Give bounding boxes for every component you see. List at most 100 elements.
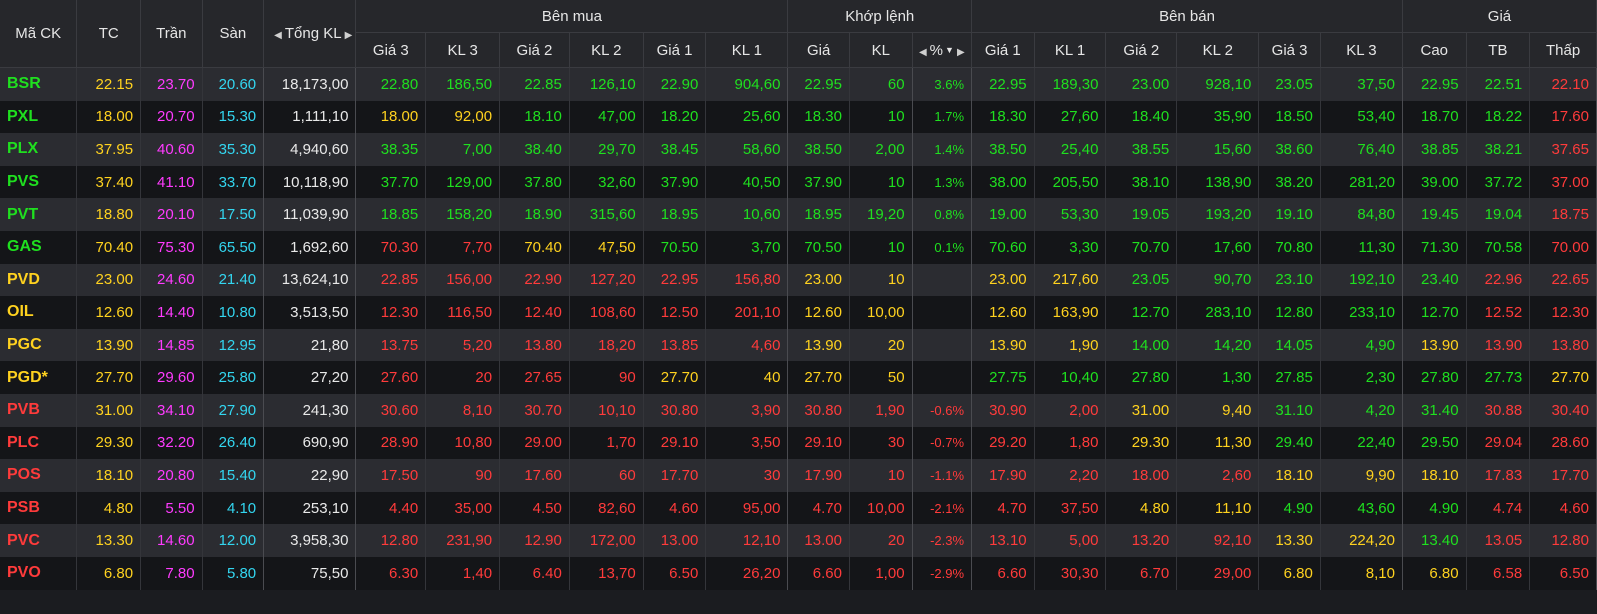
total-volume-cell: 1,692,60	[263, 230, 357, 264]
ask-price-3-cell: 18.50	[1258, 100, 1321, 134]
table-row[interactable]: PGC 13.90 14.85 12.95 21,80 13.75 5,20 13.80 18,…	[0, 328, 1597, 362]
arrow-right-icon[interactable]: ▶	[342, 30, 355, 41]
floor-cell: 33.70	[202, 165, 265, 199]
table-row[interactable]: PVB 31.00 34.10 27.90 241,30 30.60 8,10 30.70 10…	[0, 393, 1597, 427]
total-volume-cell: 10,118,90	[263, 165, 357, 199]
ask-price-3-cell: 14.05	[1258, 328, 1321, 362]
symbol-cell[interactable]: PGC	[0, 328, 78, 362]
header-ask-price-3[interactable]: Giá 3	[1258, 32, 1321, 68]
header-bid-price-3[interactable]: Giá 3	[355, 32, 427, 68]
bid-price-2-cell: 18.90	[499, 198, 570, 231]
table-row[interactable]: PVC 13.30 14.60 12.00 3,958,30 12.80 231,90 12.…	[0, 524, 1597, 557]
table-row[interactable]: PSB 4.80 5.50 4.10 253,10 4.40 35,00 4.50 82,60 4…	[0, 491, 1597, 525]
table-row[interactable]: PVO 6.80 7.80 5.80 75,50 6.30 1,40 6.40 13,70 6.5…	[0, 556, 1597, 590]
symbol-cell[interactable]: BSR	[0, 67, 78, 101]
table-row[interactable]: PVD 23.00 24.60 21.40 13,624,10 22.85 156,00 22…	[0, 263, 1597, 297]
match-percent-cell: 1.4%	[912, 133, 973, 166]
symbol-cell[interactable]: PVO	[0, 556, 78, 590]
symbol-cell[interactable]: PGD*	[0, 361, 78, 394]
table-row[interactable]: PVT 18.80 20.10 17.50 11,039,90 18.85 158,20 18…	[0, 198, 1597, 231]
arrow-left-icon[interactable]: ◀	[916, 47, 930, 58]
symbol-cell[interactable]: PSB	[0, 491, 78, 525]
symbol-cell[interactable]: PXL	[0, 100, 78, 134]
bid-price-2-cell: 70.40	[499, 230, 570, 264]
bid-vol-3-cell: 35,00	[425, 491, 501, 525]
bid-vol-1-cell: 26,20	[705, 556, 789, 590]
symbol-cell[interactable]: PVD	[0, 263, 78, 297]
symbol-cell[interactable]: PVC	[0, 524, 78, 557]
table-row[interactable]: PLX 37.95 40.60 35.30 4,940,60 38.35 7,00 38.40…	[0, 133, 1597, 166]
sort-down-icon[interactable]: ▼	[945, 46, 954, 55]
symbol-cell[interactable]: PVS	[0, 165, 78, 199]
ask-vol-1-cell: 1,80	[1034, 426, 1107, 460]
table-row[interactable]: PLC 29.30 32.20 26.40 690,90 28.90 10,80 29.00 1…	[0, 426, 1597, 460]
table-row[interactable]: BSR 22.15 23.70 20.60 18,173,00 22.80 186,50 22…	[0, 67, 1597, 101]
bid-vol-2-cell: 29,70	[569, 133, 644, 166]
table-row[interactable]: POS 18.10 20.80 15.40 22,90 17.50 90 17.60 60 17.…	[0, 459, 1597, 492]
header-ceiling[interactable]: Trần	[140, 0, 203, 68]
header-match-percent[interactable]: ◀% ▼ ▶	[912, 32, 973, 68]
header-match-volume[interactable]: KL	[849, 32, 913, 68]
header-total-volume[interactable]: ◀ Tổng KL ▶	[263, 0, 357, 68]
ask-vol-3-cell: 281,20	[1320, 165, 1403, 199]
header-bid-vol-1[interactable]: KL 1	[705, 32, 789, 68]
low-cell: 37.00	[1529, 165, 1597, 199]
table-row[interactable]: OIL 12.60 14.40 10.80 3,513,50 12.30 116,50 12.…	[0, 296, 1597, 329]
header-symbol[interactable]: Mã CK	[0, 0, 78, 68]
average-cell: 18.22	[1466, 100, 1531, 134]
ask-price-1-cell: 4.70	[971, 491, 1035, 525]
bid-price-2-cell: 6.40	[499, 556, 570, 590]
symbol-cell[interactable]: PVT	[0, 198, 78, 231]
ref-price-cell: 6.80	[76, 556, 142, 590]
ask-vol-3-cell: 192,10	[1320, 263, 1403, 297]
bid-vol-3-cell: 231,90	[425, 524, 501, 557]
bid-vol-2-cell: 47,50	[569, 230, 644, 264]
table-row[interactable]: PXL 18.00 20.70 15.30 1,111,10 18.00 92,00 18.1…	[0, 100, 1597, 134]
header-ref-price[interactable]: TC	[76, 0, 142, 68]
header-high[interactable]: Cao	[1402, 32, 1467, 68]
ask-price-2-cell: 12.70	[1105, 296, 1178, 329]
header-ask-vol-1[interactable]: KL 1	[1034, 32, 1107, 68]
bid-vol-1-cell: 30	[705, 459, 789, 492]
ask-vol-2-cell: 1,30	[1176, 361, 1260, 394]
symbol-cell[interactable]: OIL	[0, 296, 78, 329]
bid-price-3-cell: 27.60	[355, 361, 427, 394]
ask-vol-2-cell: 15,60	[1176, 133, 1260, 166]
average-cell: 12.52	[1466, 296, 1531, 329]
header-ask-vol-3[interactable]: KL 3	[1320, 32, 1403, 68]
table-row[interactable]: PVS 37.40 41.10 33.70 10,118,90 37.70 129,00 37…	[0, 165, 1597, 199]
header-match-price[interactable]: Giá	[787, 32, 850, 68]
table-row[interactable]: GAS 70.40 75.30 65.50 1,692,60 70.30 7,70 70.40…	[0, 230, 1597, 264]
ceiling-cell: 20.80	[140, 459, 203, 492]
symbol-cell[interactable]: POS	[0, 459, 78, 492]
header-bid-vol-2[interactable]: KL 2	[569, 32, 644, 68]
arrow-left-icon[interactable]: ◀	[271, 30, 285, 41]
ask-vol-3-cell: 9,90	[1320, 459, 1403, 492]
header-ask-vol-2[interactable]: KL 2	[1176, 32, 1260, 68]
header-ask-price-1[interactable]: Giá 1	[971, 32, 1035, 68]
header-bid-price-2[interactable]: Giá 2	[499, 32, 570, 68]
header-bid-price-1[interactable]: Giá 1	[643, 32, 707, 68]
total-volume-cell: 13,624,10	[263, 263, 357, 297]
low-cell: 27.70	[1529, 361, 1597, 394]
symbol-cell[interactable]: PLC	[0, 426, 78, 460]
bid-price-3-cell: 12.30	[355, 296, 427, 329]
symbol-cell[interactable]: PVB	[0, 393, 78, 427]
ceiling-cell: 41.10	[140, 165, 203, 199]
ask-price-2-cell: 23.00	[1105, 67, 1178, 101]
symbol-cell[interactable]: GAS	[0, 230, 78, 264]
header-average[interactable]: TB	[1466, 32, 1531, 68]
arrow-right-icon[interactable]: ▶	[954, 47, 968, 58]
bid-vol-2-cell: 82,60	[569, 491, 644, 525]
header-floor[interactable]: Sàn	[202, 0, 265, 68]
header-bid-vol-3[interactable]: KL 3	[425, 32, 501, 68]
table-row[interactable]: PGD* 27.70 29.60 25.80 27,20 27.60 20 27.65 90 27…	[0, 361, 1597, 394]
header-ask-price-2[interactable]: Giá 2	[1105, 32, 1178, 68]
header-percent-label: %	[929, 41, 944, 59]
bid-price-2-cell: 29.00	[499, 426, 570, 460]
floor-cell: 17.50	[202, 198, 265, 231]
bid-vol-3-cell: 90	[425, 459, 501, 492]
ask-price-1-cell: 70.60	[971, 230, 1035, 264]
header-low[interactable]: Thấp	[1529, 32, 1597, 68]
symbol-cell[interactable]: PLX	[0, 133, 78, 166]
